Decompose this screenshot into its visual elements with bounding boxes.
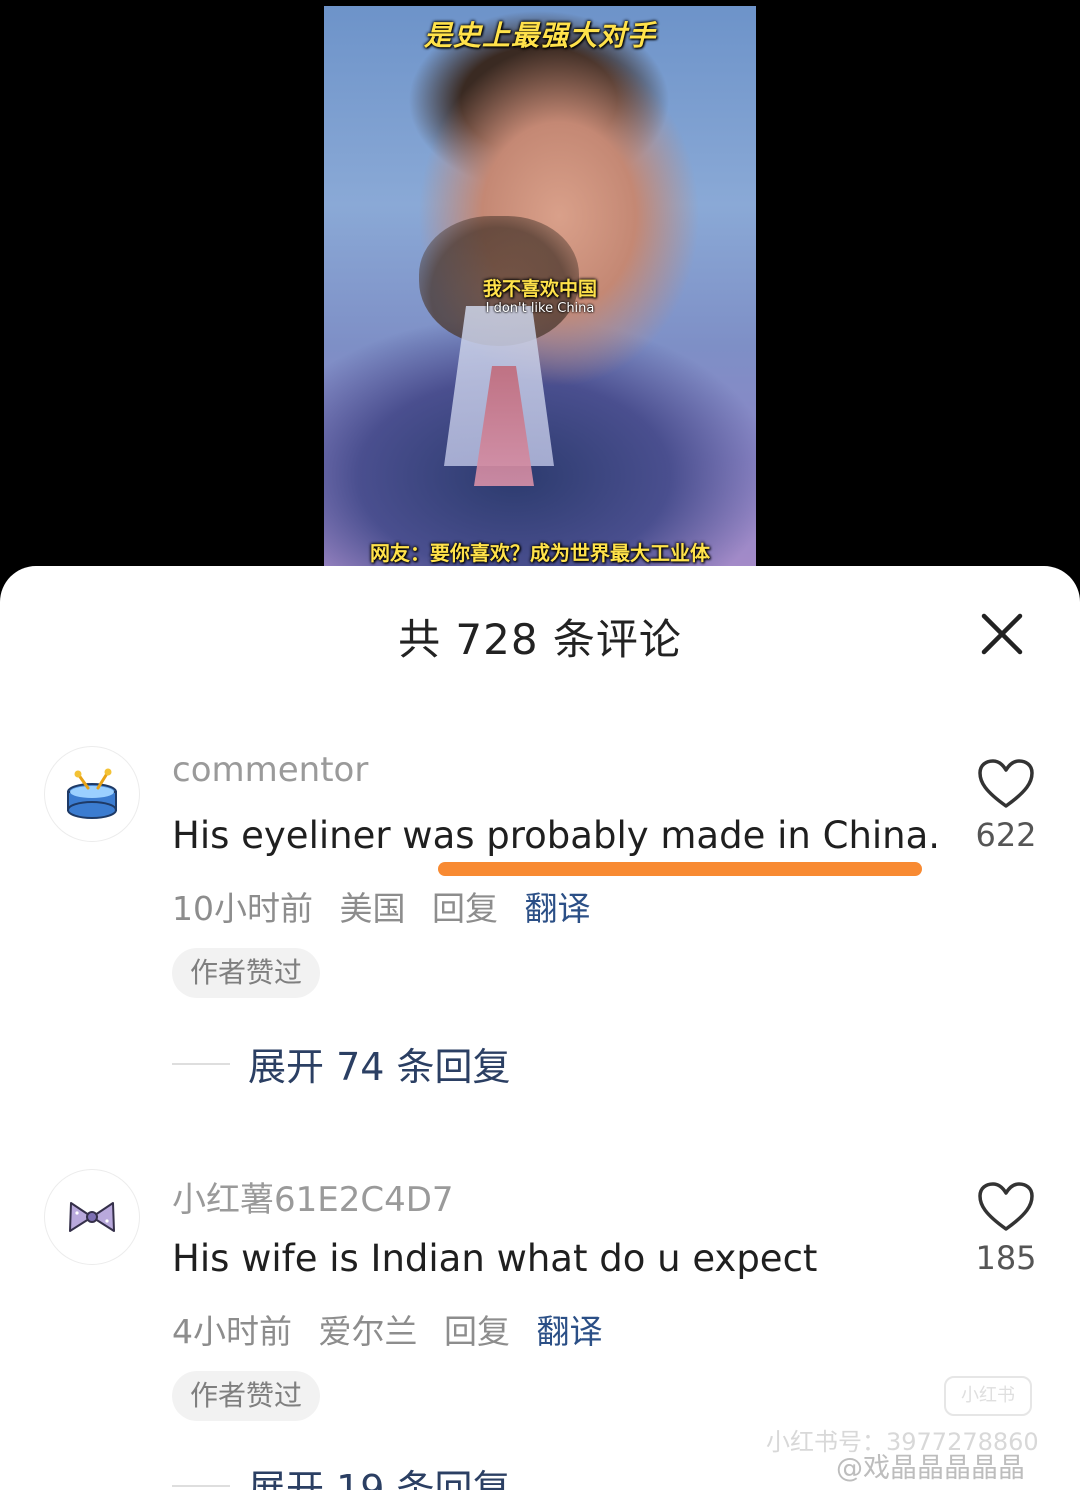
heart-icon bbox=[978, 759, 1034, 808]
comments-title: 共 728 条评论 bbox=[398, 615, 682, 664]
drum-icon bbox=[67, 768, 117, 819]
reply-button[interactable]: 回复 bbox=[432, 889, 498, 928]
avatar[interactable] bbox=[44, 1169, 140, 1265]
watermark-weibo: @戏晶晶晶晶晶 bbox=[836, 1453, 1025, 1484]
expand-replies-label: 展开 74 条回复 bbox=[248, 1045, 511, 1089]
reply-button[interactable]: 回复 bbox=[444, 1312, 510, 1351]
translate-button[interactable]: 翻译 bbox=[537, 1312, 603, 1351]
like-count: 622 bbox=[975, 816, 1037, 854]
like-button[interactable]: 185 bbox=[966, 1181, 1046, 1277]
video-caption-top: 是史上最强大对手 bbox=[423, 19, 656, 52]
close-button[interactable] bbox=[974, 606, 1030, 662]
comment-location: 爱尔兰 bbox=[318, 1312, 418, 1351]
video-caption-en: I don't like China bbox=[485, 301, 595, 316]
bow-icon bbox=[69, 1202, 115, 1232]
divider bbox=[172, 1062, 230, 1065]
comment-meta: 10小时前 美国 回复 翻译 bbox=[172, 882, 607, 930]
expand-replies-button[interactable]: 展开 74 条回复 bbox=[172, 1036, 511, 1091]
avatar[interactable] bbox=[44, 746, 140, 842]
comments-panel: 共 728 条评论 commentor His eyeliner was pro… bbox=[0, 566, 1080, 1490]
comment-time: 4小时前 bbox=[172, 1312, 292, 1351]
like-count: 185 bbox=[975, 1239, 1037, 1277]
comment-location: 美国 bbox=[339, 889, 406, 928]
comment-username[interactable]: 小红薯61E2C4D7 bbox=[172, 1172, 454, 1221]
heart-icon bbox=[978, 1182, 1034, 1231]
expand-replies-button[interactable]: 展开 19 条回复 bbox=[172, 1458, 511, 1490]
author-liked-badge: 作者赞过 bbox=[172, 948, 321, 998]
watermark-logo: 小红书 bbox=[944, 1376, 1032, 1416]
like-button[interactable]: 622 bbox=[966, 758, 1046, 854]
divider bbox=[172, 1484, 230, 1487]
comment-text[interactable]: His wife is Indian what do u expect bbox=[172, 1237, 817, 1280]
highlight-underline bbox=[438, 862, 922, 876]
video-caption-zh: 我不喜欢中国 bbox=[482, 278, 597, 300]
close-icon bbox=[981, 613, 1023, 655]
comment-username[interactable]: commentor bbox=[172, 750, 368, 790]
video-frame[interactable]: 是史上最强大对手 我不喜欢中国 I don't like China 网友：要你… bbox=[324, 6, 756, 574]
author-liked-badge: 作者赞过 bbox=[172, 1371, 321, 1421]
translate-button[interactable]: 翻译 bbox=[525, 889, 591, 928]
comment-time: 10小时前 bbox=[172, 889, 313, 928]
expand-replies-label: 展开 19 条回复 bbox=[248, 1467, 511, 1490]
comment-text[interactable]: His eyeliner was probably made in China. bbox=[172, 814, 940, 857]
comment-meta: 4小时前 爱尔兰 回复 翻译 bbox=[172, 1305, 619, 1353]
video-caption-bottom: 网友：要你喜欢？成为世界最大工业体 bbox=[370, 541, 710, 565]
